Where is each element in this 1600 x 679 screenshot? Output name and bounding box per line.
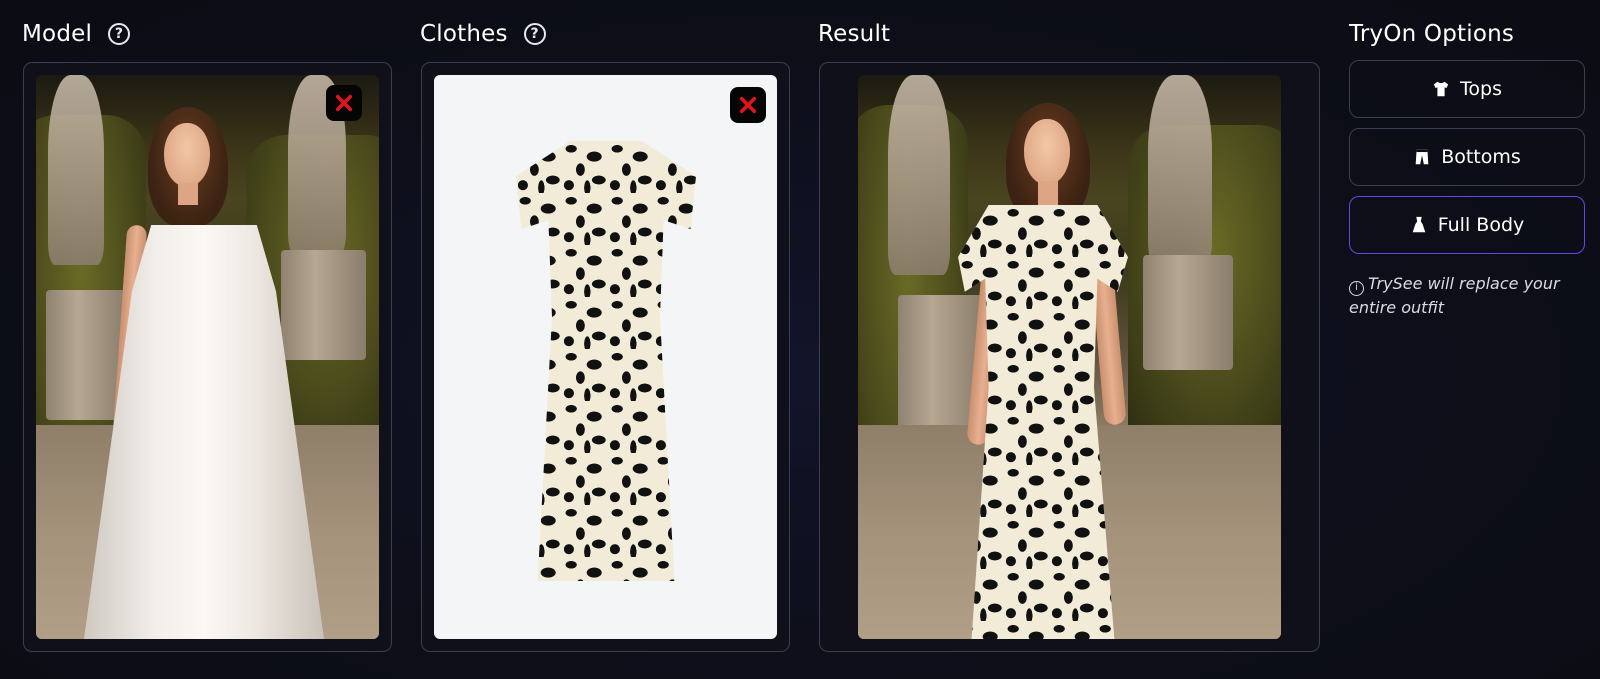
result-title: Result	[818, 21, 891, 47]
floral-dress	[516, 141, 696, 581]
tops-label: Tops	[1460, 78, 1502, 100]
close-x-icon	[335, 94, 353, 112]
options-title: TryOn Options	[1349, 21, 1515, 47]
close-x-icon	[739, 96, 757, 114]
question-circle-icon[interactable]: ?	[108, 23, 131, 45]
outfit-hint: i TrySee will replace your entire outfit	[1349, 272, 1589, 320]
bottoms-button[interactable]: Bottoms	[1349, 128, 1585, 186]
clothes-column-header: Clothes ?	[420, 21, 546, 47]
result-image[interactable]	[858, 75, 1281, 639]
bottoms-label: Bottoms	[1441, 146, 1521, 168]
options-header: TryOn Options	[1349, 21, 1514, 47]
hint-text: TrySee will replace your entire outfit	[1349, 274, 1560, 317]
pants-icon	[1413, 148, 1431, 166]
clothes-title: Clothes	[420, 21, 508, 47]
shirt-icon	[1432, 80, 1450, 98]
model-title: Model	[22, 21, 93, 47]
question-circle-icon[interactable]: ?	[523, 23, 546, 45]
full-body-label: Full Body	[1437, 214, 1525, 236]
full-body-button[interactable]: Full Body	[1349, 196, 1585, 254]
info-circle-icon: i	[1349, 280, 1364, 296]
clothes-image[interactable]	[434, 75, 777, 639]
result-column-header: Result	[818, 21, 890, 47]
model-image[interactable]	[36, 75, 379, 639]
model-column-header: Model ?	[22, 21, 131, 47]
remove-model-button[interactable]	[326, 85, 362, 121]
model-panel	[23, 62, 392, 652]
dress-icon	[1410, 216, 1428, 234]
result-panel	[819, 62, 1320, 652]
tops-button[interactable]: Tops	[1349, 60, 1585, 118]
clothes-panel	[421, 62, 790, 652]
remove-clothes-button[interactable]	[730, 87, 766, 123]
